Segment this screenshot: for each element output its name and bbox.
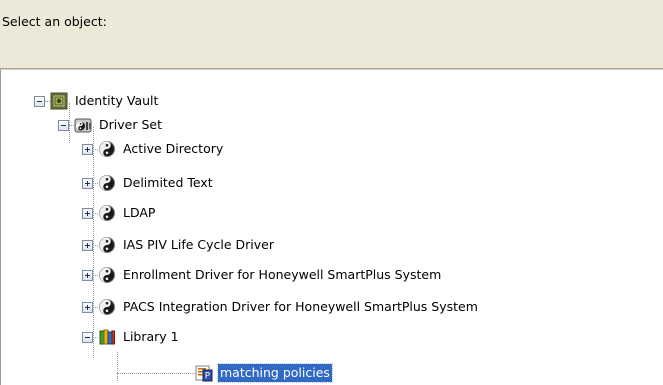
tree-node-label: Active Directory — [123, 141, 224, 156]
tree-node-label: PACS Integration Driver for Honeywell Sm… — [123, 299, 478, 314]
prompt-label: Select an object: — [2, 14, 107, 29]
tree-node-library[interactable]: Library 1 — [82, 325, 181, 349]
yin-yang-driver-icon — [99, 175, 115, 191]
tree-node-driver[interactable]: IAS PIV Life Cycle Driver — [82, 233, 276, 257]
collapse-toggle-icon[interactable] — [82, 331, 93, 343]
expand-toggle-icon[interactable] — [82, 269, 93, 281]
tree-node-driver[interactable]: Delimited Text — [82, 171, 215, 195]
expand-toggle-icon[interactable] — [82, 177, 93, 189]
object-selector-dialog: Select an object: Identity Vault Driver … — [0, 0, 663, 385]
identity-vault-icon — [50, 92, 68, 110]
collapse-toggle-icon[interactable] — [58, 119, 69, 131]
tree-node-policy[interactable]: P matching policies — [117, 361, 333, 385]
yin-yang-driver-icon — [99, 237, 115, 253]
expand-toggle-icon[interactable] — [82, 207, 93, 219]
tree-node-label: Identity Vault — [75, 93, 159, 108]
filter-bar[interactable] — [0, 41, 663, 69]
tree-node-driver[interactable]: Active Directory — [82, 137, 225, 161]
collapse-toggle-icon[interactable] — [34, 95, 45, 107]
tree-node-driver-set[interactable]: Driver Set — [58, 113, 164, 137]
tree-node-driver[interactable]: PACS Integration Driver for Honeywell Sm… — [82, 295, 480, 319]
tree-node-label: LDAP — [123, 205, 156, 220]
expand-toggle-icon[interactable] — [82, 239, 93, 251]
tree-node-driver[interactable]: LDAP — [82, 201, 157, 225]
tree-node-label: IAS PIV Life Cycle Driver — [123, 237, 274, 252]
library-books-icon — [99, 329, 115, 345]
tree-node-driver[interactable]: Enrollment Driver for Honeywell SmartPlu… — [82, 263, 443, 287]
tree-node-label: Driver Set — [99, 117, 162, 132]
tree-node-label: Library 1 — [123, 329, 179, 344]
object-tree[interactable]: Identity Vault Driver Set Active Directo… — [0, 69, 663, 385]
policy-icon: P — [195, 365, 213, 382]
yin-yang-driver-icon — [99, 267, 115, 283]
tree-node-label: Delimited Text — [123, 175, 213, 190]
expand-toggle-icon[interactable] — [82, 143, 93, 155]
yin-yang-driver-icon — [99, 141, 115, 157]
driver-set-icon — [74, 118, 92, 133]
tree-node-label: Enrollment Driver for Honeywell SmartPlu… — [123, 267, 442, 282]
tree-node-label: matching policies — [217, 363, 333, 383]
svg-text:P: P — [205, 372, 211, 382]
yin-yang-driver-icon — [99, 299, 115, 315]
tree-node-identity-vault[interactable]: Identity Vault — [34, 89, 160, 113]
yin-yang-driver-icon — [99, 205, 115, 221]
expand-toggle-icon[interactable] — [82, 301, 93, 313]
